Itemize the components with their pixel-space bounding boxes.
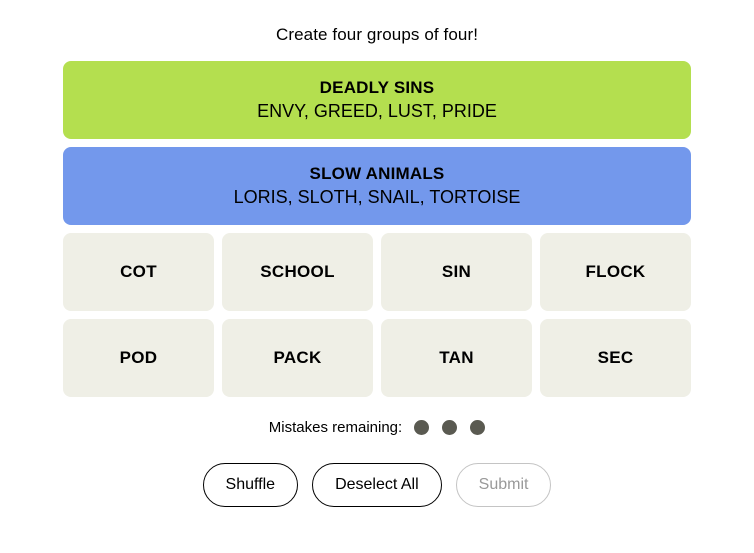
word-tile[interactable]: TAN bbox=[381, 319, 532, 397]
word-tile[interactable]: COT bbox=[63, 233, 214, 311]
game-board: DEADLY SINSENVY, GREED, LUST, PRIDE SLOW … bbox=[63, 45, 691, 507]
tile-grid: COTSCHOOLSINFLOCK PODPACKTANSEC bbox=[63, 233, 691, 397]
word-tile[interactable]: PACK bbox=[222, 319, 373, 397]
solved-group-members: LORIS, SLOTH, SNAIL, TORTOISE bbox=[234, 185, 521, 209]
word-tile[interactable]: FLOCK bbox=[540, 233, 691, 311]
word-tile[interactable]: SCHOOL bbox=[222, 233, 373, 311]
word-tile[interactable]: SIN bbox=[381, 233, 532, 311]
connections-game-page: Create four groups of four! DEADLY SINSE… bbox=[0, 0, 754, 553]
solved-group-title: DEADLY SINS bbox=[320, 77, 435, 99]
deselect-all-button[interactable]: Deselect All bbox=[312, 463, 442, 507]
mistake-dot bbox=[414, 420, 429, 435]
mistake-dot bbox=[470, 420, 485, 435]
mistake-dot bbox=[442, 420, 457, 435]
mistakes-row: Mistakes remaining: bbox=[63, 419, 691, 436]
solved-group-members: ENVY, GREED, LUST, PRIDE bbox=[257, 99, 497, 123]
page-headline: Create four groups of four! bbox=[0, 0, 754, 45]
submit-button[interactable]: Submit bbox=[456, 463, 552, 507]
mistakes-label: Mistakes remaining: bbox=[269, 419, 402, 436]
solved-group: DEADLY SINSENVY, GREED, LUST, PRIDE bbox=[63, 61, 691, 139]
action-buttons: Shuffle Deselect All Submit bbox=[63, 463, 691, 507]
solved-group-title: SLOW ANIMALS bbox=[310, 163, 445, 185]
solved-group: SLOW ANIMALSLORIS, SLOTH, SNAIL, TORTOIS… bbox=[63, 147, 691, 225]
solved-groups-container: DEADLY SINSENVY, GREED, LUST, PRIDE SLOW … bbox=[63, 61, 691, 225]
shuffle-button[interactable]: Shuffle bbox=[203, 463, 299, 507]
mistakes-dots bbox=[414, 420, 485, 435]
word-tile[interactable]: SEC bbox=[540, 319, 691, 397]
word-tile[interactable]: POD bbox=[63, 319, 214, 397]
